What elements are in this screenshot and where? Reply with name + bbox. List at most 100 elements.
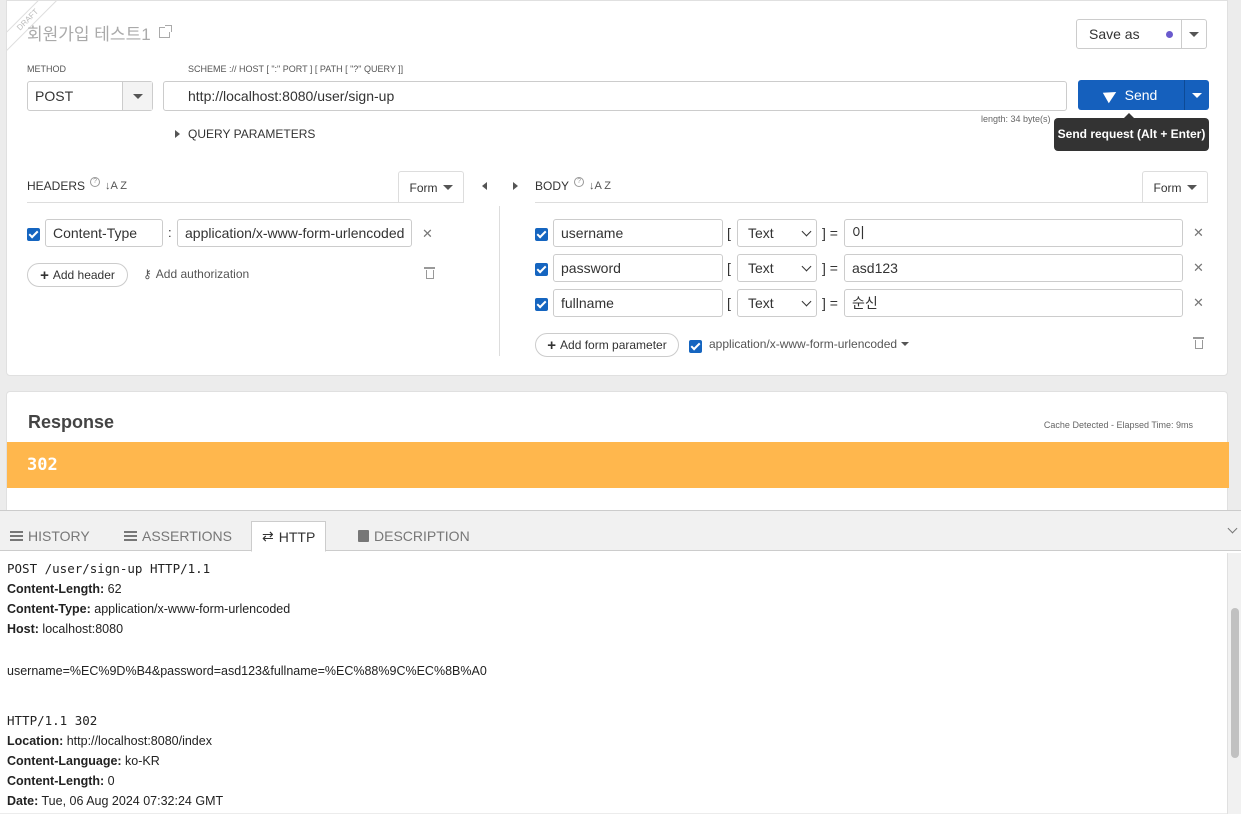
chevron-down-icon[interactable] bbox=[1227, 523, 1238, 534]
caret-down-icon bbox=[1189, 31, 1199, 37]
chevron-down-icon bbox=[801, 296, 812, 306]
param-name-input[interactable]: username bbox=[553, 219, 723, 247]
url-input[interactable]: http://localhost:8080/user/sign-up bbox=[163, 81, 1067, 111]
caret-down-icon bbox=[442, 185, 453, 190]
response-header: Content-Language: ko-KR bbox=[7, 754, 160, 768]
bottom-drawer: HISTORY ASSERTIONS ⇄ HTTP DESCRIPTION POS… bbox=[0, 510, 1241, 814]
response-title: Response bbox=[28, 412, 115, 432]
response-meta: Cache Detected - Elapsed Time: 9ms bbox=[1043, 420, 1193, 430]
header-row-checkbox[interactable] bbox=[27, 228, 40, 241]
collapse-left-icon[interactable] bbox=[482, 182, 487, 190]
add-header-button[interactable]: + Add header bbox=[27, 263, 128, 287]
param-value-input[interactable]: 이 bbox=[844, 219, 1183, 247]
method-label: METHOD bbox=[27, 64, 66, 74]
help-icon[interactable]: ? bbox=[574, 177, 585, 187]
response-header: Content-Length: 0 bbox=[7, 774, 115, 788]
request-title[interactable]: 회원가입 테스트1 bbox=[27, 20, 172, 45]
bracket-close-equals: ] = bbox=[822, 260, 838, 276]
body-form-button[interactable]: Form bbox=[1142, 171, 1208, 203]
request-header: Content-Length: 62 bbox=[7, 582, 122, 596]
divider bbox=[535, 202, 1208, 203]
book-icon bbox=[358, 530, 369, 542]
query-parameters-toggle[interactable]: QUERY PARAMETERS bbox=[175, 127, 315, 141]
param-value-input[interactable]: asd123 bbox=[844, 254, 1183, 282]
param-type-select[interactable]: Text bbox=[737, 254, 817, 282]
bracket-close-equals: ] = bbox=[822, 225, 838, 241]
plus-icon: + bbox=[547, 336, 557, 354]
add-authorization-link[interactable]: ⚷ Add authorization bbox=[143, 267, 249, 281]
response-header: Date: Tue, 06 Aug 2024 07:32:24 GMT bbox=[7, 794, 224, 808]
trash-icon[interactable] bbox=[424, 267, 435, 279]
sort-icon[interactable]: ↓A Z bbox=[589, 180, 611, 192]
response-header: Location: http://localhost:8080/index bbox=[7, 734, 212, 748]
body-heading: BODY ? ↓A Z bbox=[535, 177, 612, 193]
response-line: HTTP/1.1 302 bbox=[7, 713, 98, 728]
content-type-dropdown[interactable]: application/x-www-form-urlencoded bbox=[709, 337, 910, 351]
caret-down-icon bbox=[901, 342, 910, 346]
send-dropdown[interactable] bbox=[1184, 80, 1209, 110]
param-type-select[interactable]: Text bbox=[737, 219, 817, 247]
bracket-close-equals: ] = bbox=[822, 295, 838, 311]
request-header: Host: localhost:8080 bbox=[7, 622, 124, 636]
help-icon[interactable]: ? bbox=[90, 177, 101, 187]
request-line: POST /user/sign-up HTTP/1.1 bbox=[7, 561, 211, 576]
collapse-right-icon[interactable] bbox=[513, 182, 518, 190]
bracket-open: [ bbox=[727, 260, 731, 276]
remove-header-icon[interactable]: ✕ bbox=[422, 226, 433, 242]
tab-description[interactable]: DESCRIPTION bbox=[348, 521, 480, 551]
chevron-down-icon bbox=[801, 261, 812, 271]
unsaved-dot-icon bbox=[1165, 30, 1173, 38]
paper-plane-icon bbox=[1102, 86, 1119, 104]
remove-param-icon[interactable]: ✕ bbox=[1193, 295, 1204, 311]
send-tooltip: Send request (Alt + Enter) bbox=[1054, 113, 1209, 151]
request-panel: DRAFT 회원가입 테스트1 Save as METHOD SCHEME :/… bbox=[6, 0, 1228, 376]
param-name-input[interactable]: fullname bbox=[553, 289, 723, 317]
divider bbox=[27, 202, 464, 203]
body-row-checkbox[interactable] bbox=[535, 263, 548, 276]
param-name-input[interactable]: password bbox=[553, 254, 723, 282]
header-value-input[interactable]: application/x-www-form-urlencoded bbox=[177, 219, 412, 247]
save-as-button[interactable]: Save as bbox=[1076, 19, 1207, 49]
request-header: Content-Type: application/x-www-form-url… bbox=[7, 602, 291, 616]
method-dropdown[interactable] bbox=[122, 82, 152, 110]
remove-param-icon[interactable]: ✕ bbox=[1193, 225, 1204, 241]
bracket-open: [ bbox=[727, 295, 731, 311]
url-label: SCHEME :// HOST [ ":" PORT ] [ PATH [ "?… bbox=[188, 64, 404, 74]
body-row-checkbox[interactable] bbox=[535, 298, 548, 311]
param-type-select[interactable]: Text bbox=[737, 289, 817, 317]
headers-heading: HEADERS ? ↓A Z bbox=[27, 177, 128, 193]
body-row-checkbox[interactable] bbox=[535, 228, 548, 241]
drawer-tabs: HISTORY ASSERTIONS ⇄ HTTP DESCRIPTION bbox=[0, 511, 1241, 552]
trash-icon[interactable] bbox=[1193, 337, 1204, 349]
sort-icon[interactable]: ↓A Z bbox=[105, 180, 127, 192]
tab-history[interactable]: HISTORY bbox=[0, 521, 100, 551]
exchange-icon: ⇄ bbox=[262, 528, 274, 544]
send-button[interactable]: Send bbox=[1078, 80, 1209, 110]
length-text: length: 34 byte(s) bbox=[981, 114, 1051, 124]
status-bar: 302 bbox=[7, 442, 1229, 488]
external-link-icon[interactable] bbox=[158, 25, 172, 38]
plus-icon: + bbox=[40, 266, 49, 284]
vertical-scrollbar[interactable] bbox=[1227, 553, 1241, 814]
colon-separator: : bbox=[168, 225, 172, 240]
assertions-icon bbox=[124, 531, 137, 541]
scrollbar-thumb[interactable] bbox=[1231, 608, 1239, 758]
chevron-down-icon bbox=[801, 226, 812, 236]
key-icon: ⚷ bbox=[143, 267, 152, 281]
caret-right-icon bbox=[175, 130, 180, 138]
caret-down-icon bbox=[1186, 185, 1197, 190]
method-select[interactable]: POST bbox=[27, 81, 153, 111]
add-form-parameter-button[interactable]: + Add form parameter bbox=[535, 333, 679, 357]
tab-assertions[interactable]: ASSERTIONS bbox=[114, 521, 242, 551]
content-type-checkbox[interactable] bbox=[689, 340, 702, 353]
param-value-input[interactable]: 순신 bbox=[844, 289, 1183, 317]
request-body: username=%EC%9D%B4&password=asd123&fulln… bbox=[7, 664, 487, 678]
save-as-dropdown[interactable] bbox=[1181, 20, 1206, 48]
bracket-open: [ bbox=[727, 225, 731, 241]
headers-form-button[interactable]: Form bbox=[398, 171, 464, 203]
panel-splitter[interactable] bbox=[499, 206, 500, 356]
tab-http[interactable]: ⇄ HTTP bbox=[251, 521, 327, 552]
remove-param-icon[interactable]: ✕ bbox=[1193, 260, 1204, 276]
http-log: POST /user/sign-up HTTP/1.1 Content-Leng… bbox=[7, 559, 1227, 811]
header-name-input[interactable]: Content-Type bbox=[45, 219, 163, 247]
